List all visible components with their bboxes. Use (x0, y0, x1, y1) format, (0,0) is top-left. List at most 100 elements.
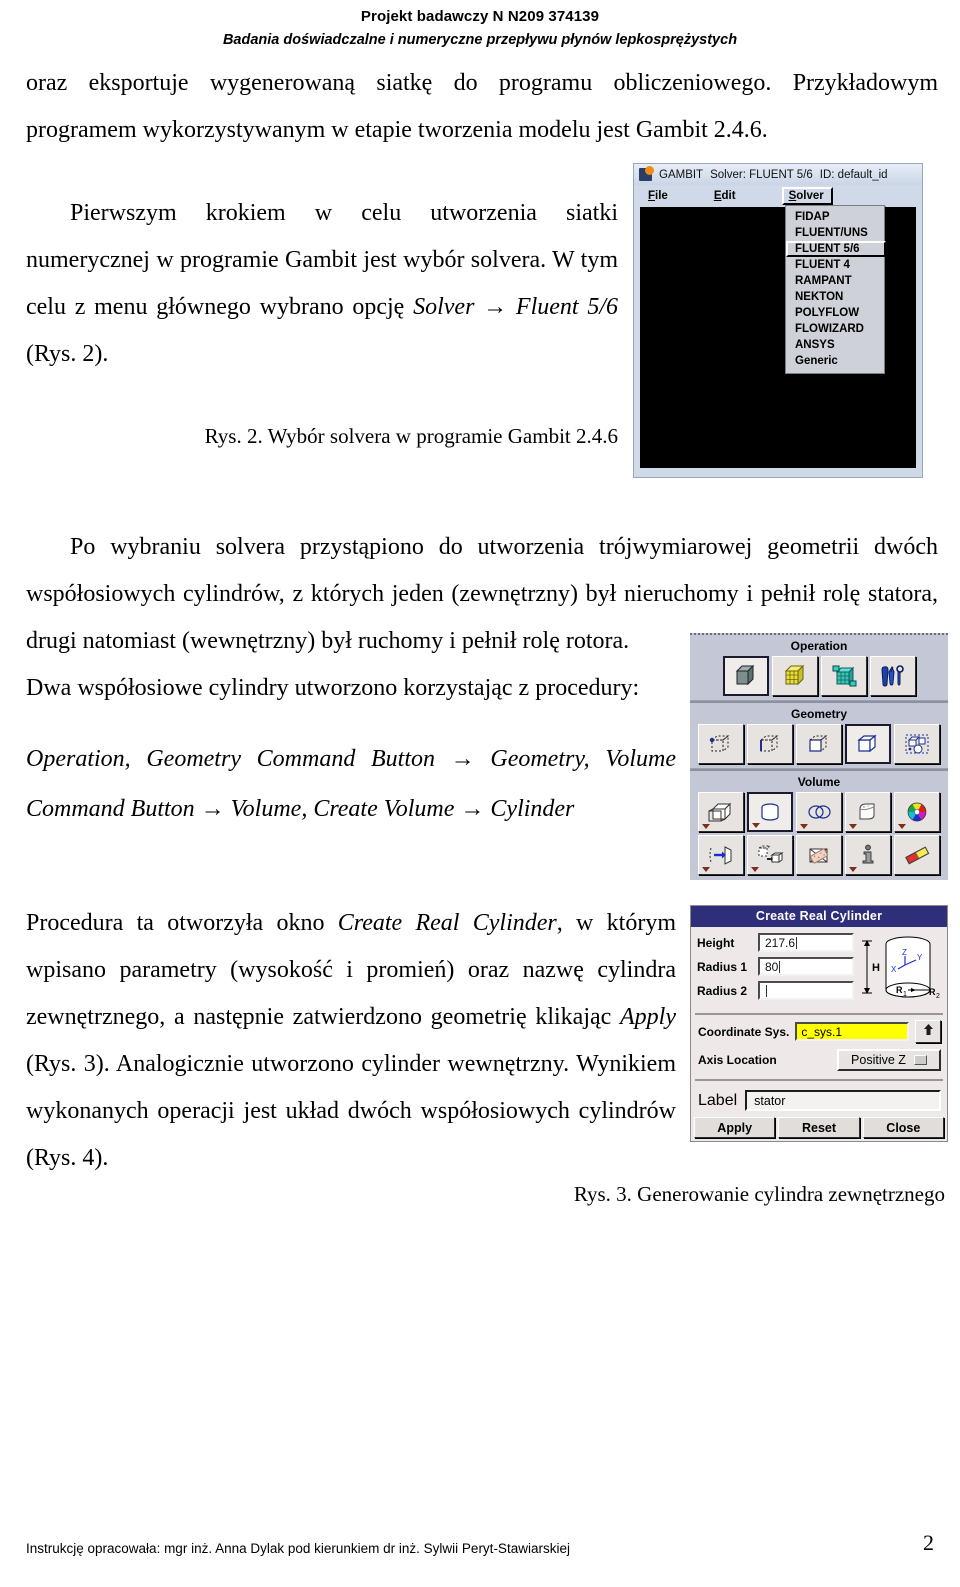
text-cursor-icon (796, 936, 798, 949)
group-geometry-button[interactable] (894, 724, 940, 764)
svg-text:Y: Y (917, 953, 923, 962)
solver-option-polyflow[interactable]: POLYFLOW (786, 305, 884, 321)
svg-text:2: 2 (936, 993, 940, 1000)
height-value: 217.6 (765, 935, 796, 950)
solver-option-fidap[interactable]: FIDAP (786, 209, 884, 225)
dialog-body: Height 217.6 Radius 1 80 Radius 2 H Z Y … (691, 927, 947, 1011)
zones-operation-button[interactable] (820, 656, 867, 696)
move-copy-volume-button[interactable] (698, 835, 744, 875)
gambit-menubar: File Edit Solver (634, 185, 922, 207)
gambit-tool-panel: Operation Geometry Volume (690, 633, 948, 880)
dropdown-caret-icon (751, 867, 759, 872)
color-wheel-icon (905, 801, 929, 823)
geometry-button-row (690, 724, 948, 767)
mesh-cube-icon (782, 664, 808, 688)
label-label: Label (698, 1091, 738, 1109)
create-cylinder-icon (757, 801, 783, 823)
paragraph-2: Pierwszym krokiem w celu utworzenia siat… (26, 190, 618, 378)
eraser-icon (903, 844, 931, 866)
axis-location-row: Axis Location Positive Z (691, 1049, 947, 1077)
height-field-row: Height 217.6 (697, 933, 854, 952)
menu-edit[interactable]: Edit (714, 190, 736, 202)
svg-text:R: R (896, 985, 903, 995)
menu-file[interactable]: File (648, 190, 668, 202)
solver-option-ansys[interactable]: ANSYS (786, 337, 884, 353)
dropdown-caret-icon (849, 867, 857, 872)
project-subtitle: Badania doświadczalne i numeryczne przep… (222, 32, 738, 48)
coordinate-sys-label: Coordinate Sys. (698, 1024, 790, 1039)
solver-option-fluent-4[interactable]: FLUENT 4 (786, 257, 884, 273)
tools-operation-button[interactable] (869, 656, 916, 696)
split-volume-button[interactable] (845, 792, 891, 832)
close-button[interactable]: Close (862, 1117, 944, 1138)
solver-option-fluent-uns[interactable]: FLUENT/UNS (786, 225, 884, 241)
volume-button-row-2 (690, 835, 948, 878)
geometry-operation-button[interactable] (722, 656, 769, 696)
solver-option-rampant[interactable]: RAMPANT (786, 273, 884, 289)
menu-solver[interactable]: Solver (781, 187, 833, 205)
svg-text:H: H (872, 962, 880, 974)
volume-section-title: Volume (797, 775, 841, 789)
apply-button[interactable]: Apply (694, 1117, 776, 1138)
dropdown-caret-icon (898, 824, 906, 829)
label-field-row: Label stator (691, 1086, 947, 1117)
volume-geometry-button[interactable] (845, 724, 891, 764)
face-geometry-button[interactable] (796, 724, 842, 764)
solver-option-generic[interactable]: Generic (786, 353, 884, 369)
operation-button-row (690, 656, 948, 699)
create-volume-button[interactable] (698, 792, 744, 832)
boolean-volume-button[interactable] (796, 792, 842, 832)
radius2-input[interactable] (758, 981, 854, 1000)
figure-2-caption: Rys. 2. Wybór solvera w programie Gambit… (204, 424, 618, 448)
coordinate-sys-value: c_sys.1 (801, 1024, 843, 1039)
gambit-window: GAMBIT Solver: FLUENT 5/6 ID: default_id… (633, 163, 923, 478)
mesh-operation-button[interactable] (771, 656, 818, 696)
gambit-app-name: GAMBIT (659, 168, 704, 181)
volume-button-row-1 (690, 792, 948, 835)
paragraph-6-emphasis-2: Apply (620, 1004, 676, 1030)
svg-text:Z: Z (902, 948, 907, 957)
height-input[interactable]: 217.6 (758, 933, 854, 952)
text-cursor-icon (766, 984, 767, 997)
delete-volume-button[interactable] (894, 835, 940, 875)
color-volume-button[interactable] (894, 792, 940, 832)
height-label: Height (697, 935, 735, 950)
solver-dropdown-menu[interactable]: FIDAP FLUENT/UNS FLUENT 5/6 FLUENT 4 RAM… (785, 205, 886, 374)
gambit-titlebar: GAMBIT Solver: FLUENT 5/6 ID: default_id (634, 164, 922, 185)
geometry-section-title: Geometry (790, 707, 848, 721)
edge-geometry-button[interactable] (747, 724, 793, 764)
label-input[interactable]: stator (745, 1090, 941, 1111)
gambit-id-status: ID: default_id (819, 168, 888, 181)
reset-button[interactable]: Reset (778, 1117, 860, 1138)
blend-patch-icon (805, 844, 833, 866)
axis-location-select[interactable]: Positive Z (837, 1049, 941, 1071)
vertex-geometry-button[interactable] (698, 724, 744, 764)
menu-solver-label: olver (796, 190, 824, 202)
cylinder-diagram: H Z Y X R 1 R 2 (858, 933, 942, 1007)
operation-section-title: Operation (790, 639, 848, 653)
up-arrow-icon (922, 1023, 935, 1041)
solver-option-fluent-56[interactable]: FLUENT 5/6 (786, 241, 886, 257)
coordinate-sys-row: Coordinate Sys. c_sys.1 (691, 1020, 947, 1049)
group-shapes-icon (904, 733, 930, 755)
create-cylinder-button[interactable] (747, 792, 793, 832)
dialog-button-row: Apply Reset Close (691, 1117, 947, 1141)
dialog-fields: Height 217.6 Radius 1 80 Radius 2 (697, 933, 854, 1007)
solver-option-flowizard[interactable]: FLOWIZARD (786, 321, 884, 337)
radius2-field-row: Radius 2 (697, 981, 854, 1000)
dropdown-indicator-icon (913, 1055, 927, 1065)
connect-volume-button[interactable] (747, 835, 793, 875)
coordinate-sys-pick-button[interactable] (915, 1020, 941, 1043)
split-volume-icon (855, 801, 881, 823)
dropdown-caret-icon (752, 823, 760, 828)
paragraph-6-text-a: Procedura ta otworzyła okno (26, 910, 338, 936)
edge-cube-icon (757, 733, 783, 755)
summarize-volume-button[interactable] (845, 835, 891, 875)
solver-option-nekton[interactable]: NEKTON (786, 289, 884, 305)
radius1-input[interactable]: 80 (758, 957, 854, 976)
blend-volume-button[interactable] (796, 835, 842, 875)
coordinate-sys-input[interactable]: c_sys.1 (795, 1022, 909, 1041)
cube-solid-icon (733, 664, 759, 688)
text-cursor-icon (779, 960, 781, 973)
svg-text:R: R (929, 987, 936, 997)
